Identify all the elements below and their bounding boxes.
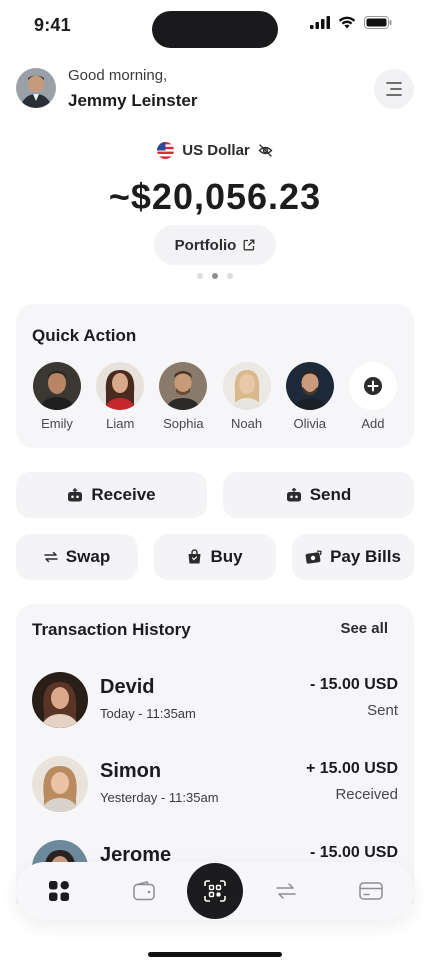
page-indicator — [0, 273, 430, 279]
nav-card[interactable] — [359, 879, 383, 903]
contact-avatar — [285, 362, 334, 410]
nav-scan-button[interactable] — [187, 863, 243, 919]
transaction-history-card: Transaction History See all Devid Today … — [16, 604, 414, 904]
status-icons — [310, 16, 392, 29]
user-name: Jemmy Leinster — [68, 91, 198, 110]
contact-sophia[interactable]: Sophia — [158, 362, 208, 431]
contact-name: Noah — [231, 416, 263, 431]
transaction-row[interactable]: Devid Today - 11:35am - 15.00 USD Sent — [32, 672, 398, 732]
grid-icon — [49, 881, 69, 901]
send-icon — [286, 488, 301, 502]
transaction-status: Received — [335, 786, 398, 803]
transfer-icon — [276, 883, 296, 899]
bottom-nav — [16, 862, 414, 920]
quick-action-contacts: Emily Liam Sophia Noah Olivia Add — [32, 362, 398, 431]
scan-icon — [204, 880, 226, 902]
wallet-icon — [133, 881, 155, 901]
balance-amount: ~$20,056.23 — [108, 176, 322, 217]
transaction-name: Devid — [100, 676, 155, 698]
wifi-icon — [338, 16, 356, 29]
menu-icon — [386, 82, 402, 96]
home-indicator[interactable] — [148, 952, 282, 957]
transaction-history-title: Transaction History — [32, 620, 191, 639]
menu-button[interactable] — [374, 69, 414, 109]
portfolio-label: Portfolio — [174, 236, 237, 254]
contact-avatar — [96, 362, 145, 410]
transaction-date: Today - 11:35am — [100, 706, 196, 721]
status-time: 9:41 — [34, 15, 71, 35]
currency-label: US Dollar — [182, 142, 250, 159]
page-dot[interactable] — [227, 273, 233, 279]
portfolio-button[interactable]: Portfolio — [154, 225, 276, 265]
swap-button[interactable]: Swap — [16, 534, 138, 580]
quick-action-card: Quick Action Emily Liam Sophia Noah Oliv… — [16, 304, 414, 448]
see-all-link[interactable]: See all — [340, 620, 388, 637]
receive-icon — [68, 488, 83, 502]
contact-emily[interactable]: Emily — [32, 362, 82, 431]
add-circle — [348, 362, 397, 410]
contact-name: Olivia — [293, 416, 326, 431]
buy-button[interactable]: Buy — [154, 534, 276, 580]
dynamic-island — [152, 11, 278, 48]
currency-selector[interactable]: US Dollar — [0, 142, 430, 159]
nav-wallet[interactable] — [132, 879, 156, 903]
greeting-text: Good morning, — [68, 67, 168, 84]
add-contact-button[interactable]: Add — [348, 362, 398, 431]
pay-bills-label: Pay Bills — [330, 547, 401, 566]
send-button[interactable]: Send — [223, 472, 414, 518]
contact-name: Emily — [41, 416, 73, 431]
contact-liam[interactable]: Liam — [95, 362, 145, 431]
transaction-avatar — [32, 756, 88, 812]
transaction-date: Yesterday - 11:35am — [100, 790, 219, 805]
add-label: Add — [361, 416, 385, 431]
contact-avatar — [159, 362, 208, 410]
transaction-name: Simon — [100, 760, 162, 782]
swap-label: Swap — [65, 547, 111, 566]
contact-name: Liam — [106, 416, 135, 431]
nav-transfer[interactable] — [274, 879, 298, 903]
us-flag-icon — [157, 142, 175, 159]
contact-noah[interactable]: Noah — [222, 362, 272, 431]
user-avatar[interactable] — [16, 68, 56, 108]
buy-label: Buy — [210, 547, 243, 566]
transaction-amount: - 15.00 USD — [309, 676, 398, 693]
contact-avatar — [33, 362, 81, 410]
transaction-status: Sent — [367, 702, 398, 719]
transaction-amount: - 15.00 USD — [309, 844, 398, 861]
signal-icon — [310, 16, 330, 29]
swap-icon — [44, 551, 58, 563]
bill-icon — [305, 550, 322, 564]
external-link-icon — [243, 239, 255, 251]
plus-circle-icon — [363, 377, 382, 395]
transaction-row[interactable]: Simon Yesterday - 11:35am + 15.00 USD Re… — [32, 756, 398, 816]
transaction-amount: + 15.00 USD — [305, 760, 398, 777]
nav-home[interactable] — [47, 879, 71, 903]
receive-label: Receive — [91, 485, 156, 504]
send-label: Send — [309, 485, 352, 504]
contact-olivia[interactable]: Olivia — [285, 362, 335, 431]
card-icon — [359, 882, 383, 900]
quick-action-title: Quick Action — [32, 326, 137, 345]
contact-avatar — [222, 362, 271, 410]
page-dot-active[interactable] — [212, 273, 218, 279]
pay-bills-button[interactable]: Pay Bills — [292, 534, 414, 580]
contact-name: Sophia — [163, 416, 204, 431]
page-dot[interactable] — [197, 273, 203, 279]
transaction-avatar — [32, 672, 88, 728]
battery-icon — [364, 16, 392, 29]
shopping-bag-icon — [188, 549, 201, 564]
status-bar: 9:41 — [0, 0, 430, 52]
receive-button[interactable]: Receive — [16, 472, 207, 518]
eye-off-icon[interactable] — [258, 143, 273, 158]
